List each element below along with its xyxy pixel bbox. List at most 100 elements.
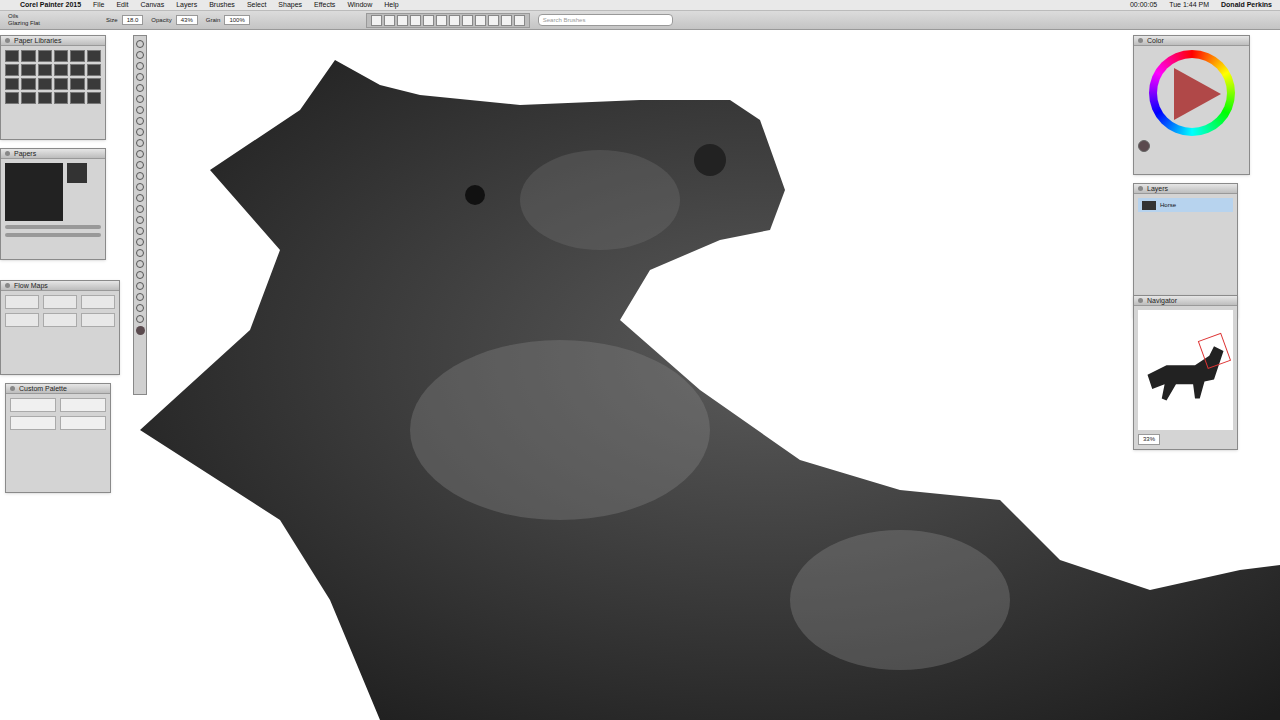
paper-swatch[interactable] [54,64,68,76]
paper-swatch[interactable] [21,92,35,104]
paper-swatch[interactable] [54,92,68,104]
tool-icon[interactable] [136,183,144,191]
canvas[interactable]: Paper Libraries Papers Flow Maps Custom Pal… [0,30,1280,720]
paper-swatch[interactable] [38,78,52,90]
paper-swatch[interactable] [5,92,19,104]
brush-preset-icon[interactable] [475,15,486,26]
flow-map-swatch[interactable] [5,313,39,327]
paper-swatch[interactable] [5,50,19,62]
tool-icon[interactable] [136,117,144,125]
paper-swatch[interactable] [21,64,35,76]
menu-item[interactable]: Canvas [140,0,164,10]
paper-slider[interactable] [5,225,101,229]
panel-close-icon[interactable] [10,386,15,391]
paper-swatch[interactable] [54,50,68,62]
panel-title-bar[interactable]: Color [1134,36,1249,46]
color-panel[interactable]: Color [1133,35,1250,175]
brush-search[interactable]: Search Brushes [538,14,673,26]
tool-icon[interactable] [136,161,144,169]
tool-icon[interactable] [136,249,144,257]
menu-item[interactable]: Window [347,0,372,10]
tool-icon[interactable] [136,194,144,202]
tool-icon[interactable] [136,216,144,224]
brush-preset-icon[interactable] [501,15,512,26]
tool-icon[interactable] [136,128,144,136]
palette-brush[interactable] [10,398,56,412]
panel-close-icon[interactable] [5,38,10,43]
tool-icon[interactable] [136,172,144,180]
menu-item[interactable]: Edit [116,0,128,10]
paper-swatch[interactable] [21,50,35,62]
flow-map-swatch[interactable] [81,313,115,327]
panel-close-icon[interactable] [1138,38,1143,43]
palette-brush[interactable] [10,416,56,430]
panel-close-icon[interactable] [1138,186,1143,191]
paper-swatch[interactable] [87,50,101,62]
zoom-value[interactable]: 33% [1138,434,1160,445]
paper-swatch[interactable] [87,92,101,104]
panel-title-bar[interactable]: Layers [1134,184,1237,194]
paper-slider[interactable] [5,233,101,237]
tool-icon[interactable] [136,282,144,290]
papers-panel[interactable]: Papers [0,148,106,260]
panel-title-bar[interactable]: Custom Palette [6,384,110,394]
paper-swatch[interactable] [38,50,52,62]
tool-icon[interactable] [136,227,144,235]
panel-close-icon[interactable] [5,151,10,156]
tool-icon[interactable] [136,150,144,158]
brush-preset-icon[interactable] [397,15,408,26]
field-value[interactable]: 100% [224,15,249,25]
property-field[interactable]: Size18.0 [106,15,143,25]
main-color-swatch[interactable] [136,326,145,335]
user-name[interactable]: Donald Perkins [1221,0,1272,10]
tool-icon[interactable] [136,304,144,312]
brush-preset-icon[interactable] [423,15,434,26]
paper-swatch[interactable] [87,78,101,90]
paper-swatch[interactable] [5,78,19,90]
flow-map-swatch[interactable] [81,295,115,309]
tool-icon[interactable] [136,95,144,103]
panel-close-icon[interactable] [5,283,10,288]
tool-icon[interactable] [136,139,144,147]
brush-tracking-strip[interactable] [366,13,530,28]
paper-libraries-panel[interactable]: Paper Libraries [0,35,106,140]
field-value[interactable]: 43% [176,15,198,25]
palette-brush[interactable] [60,398,106,412]
panel-title-bar[interactable]: Navigator [1134,296,1237,306]
paper-swatch[interactable] [38,92,52,104]
navigator-panel[interactable]: Navigator 33% [1133,295,1238,450]
panel-title-bar[interactable]: Papers [1,149,105,159]
paper-swatch[interactable] [38,64,52,76]
tool-icon[interactable] [136,51,144,59]
panel-title-bar[interactable]: Paper Libraries [1,36,105,46]
paper-swatch[interactable] [87,64,101,76]
tool-icon[interactable] [136,293,144,301]
paper-swatch[interactable] [54,78,68,90]
color-triangle-icon[interactable] [1149,50,1235,136]
menu-item[interactable]: Select [247,0,266,10]
tool-icon[interactable] [136,106,144,114]
paper-swatch[interactable] [70,78,84,90]
brush-selector[interactable]: OilsGlazing Flat [8,13,98,27]
tool-icon[interactable] [136,315,144,323]
flow-maps-panel[interactable]: Flow Maps [0,280,120,375]
app-menu[interactable]: Corel Painter 2015 [20,0,81,10]
tool-icon[interactable] [136,260,144,268]
menu-item[interactable]: Brushes [209,0,235,10]
flow-map-swatch[interactable] [43,313,77,327]
paper-swatch[interactable] [70,92,84,104]
brush-preset-icon[interactable] [371,15,382,26]
tool-icon[interactable] [136,40,144,48]
menu-item[interactable]: Shapes [278,0,302,10]
flow-map-swatch[interactable] [5,295,39,309]
paper-swatch[interactable] [70,50,84,62]
palette-brush[interactable] [60,416,106,430]
custom-palette-panel[interactable]: Custom Palette [5,383,111,493]
tool-icon[interactable] [136,271,144,279]
paper-swatch[interactable] [70,64,84,76]
property-field[interactable]: Opacity43% [151,15,197,25]
menu-item[interactable]: Help [384,0,398,10]
brush-preset-icon[interactable] [462,15,473,26]
menu-item[interactable]: Layers [176,0,197,10]
menu-item[interactable]: Effects [314,0,335,10]
